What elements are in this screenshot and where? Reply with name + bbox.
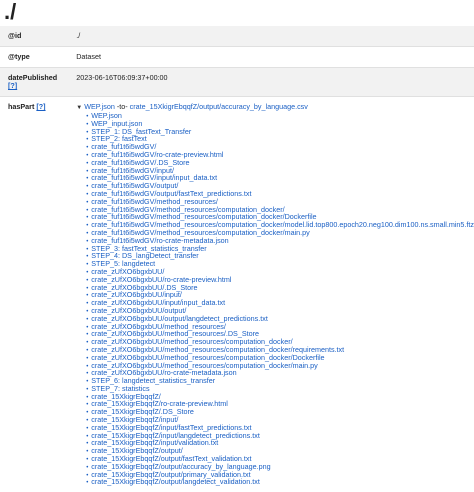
haspart-label: hasPart — [8, 102, 34, 111]
haspart-tree: ▼WEP.json -to- crate_15XkigrEbqqfZ/outpu… — [76, 103, 474, 486]
haspart-root-link[interactable]: WEP.json — [84, 102, 115, 111]
haspart-help-link[interactable]: [?] — [36, 102, 45, 111]
property-row-haspart: hasPart [?] ▼WEP.json -to- crate_15Xkigr… — [0, 97, 474, 492]
haspart-tree-root[interactable]: ▼WEP.json -to- crate_15XkigrEbqqfZ/outpu… — [76, 103, 474, 112]
property-value-id: ./ — [60, 26, 474, 47]
date-published-help-link[interactable]: [?] — [8, 81, 17, 90]
property-key-id: @id — [0, 26, 60, 47]
haspart-root-target-link[interactable]: crate_15XkigrEbqqfZ/output/accuracy_by_l… — [130, 102, 308, 111]
property-key-date-published: datePublished [?] — [0, 68, 60, 97]
haspart-list-item: crate_15XkigrEbqqfZ/output/langdetect_va… — [86, 478, 474, 486]
haspart-root-arrow: -to- — [115, 102, 130, 111]
haspart-item-link[interactable]: crate_15XkigrEbqqfZ/output/langdetect_va… — [91, 477, 260, 486]
property-value-haspart: ▼WEP.json -to- crate_15XkigrEbqqfZ/outpu… — [60, 97, 474, 492]
page-title: ./ — [0, 0, 474, 23]
property-value-type: Dataset — [60, 47, 474, 68]
property-key-haspart: hasPart [?] — [0, 97, 60, 492]
property-key-type: @type — [0, 47, 60, 68]
property-row-type: @type Dataset — [0, 47, 474, 68]
haspart-list: WEP.jsonWEP_input.jsonSTEP_1: DS_fastTex… — [76, 112, 474, 486]
property-value-date-published: 2023-06-16T06:09:37+00:00 — [60, 68, 474, 97]
property-row-id: @id ./ — [0, 26, 474, 47]
properties-table: @id ./ @type Dataset datePublished [?] 2… — [0, 26, 474, 492]
property-row-date-published: datePublished [?] 2023-06-16T06:09:37+00… — [0, 68, 474, 97]
haspart-list-item: WEP.json — [86, 112, 474, 120]
